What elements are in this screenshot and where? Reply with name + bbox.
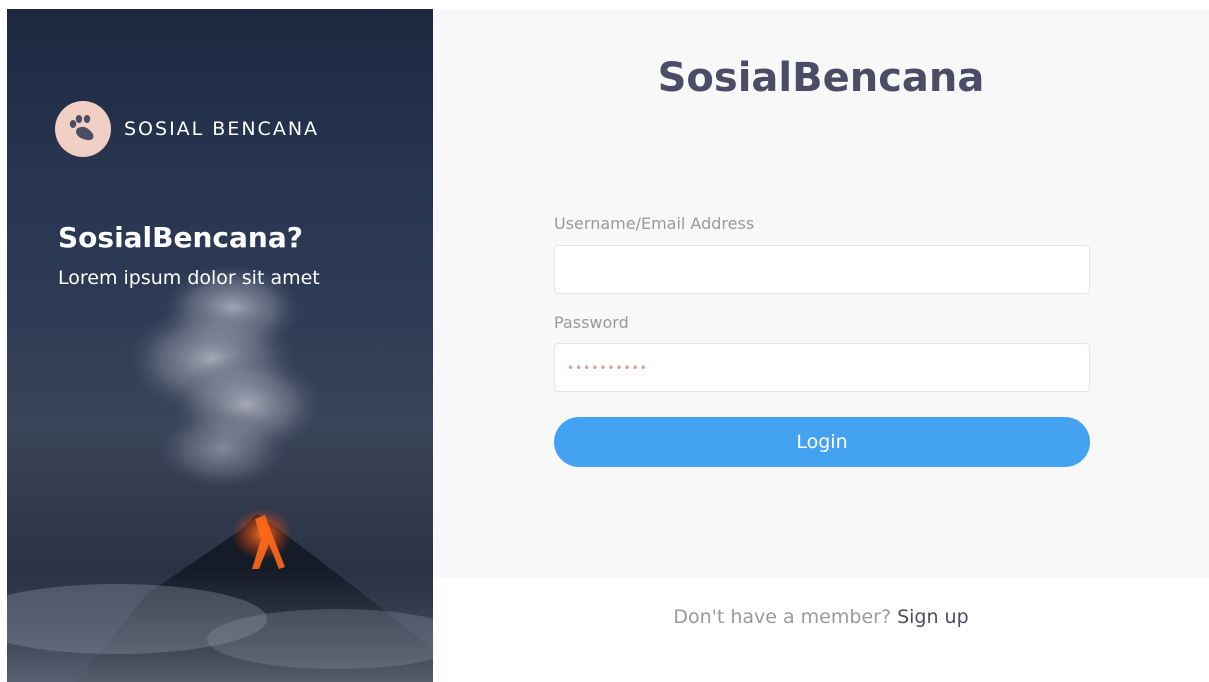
brand-name: SOSIAL BENCANA	[124, 118, 320, 140]
signup-row: Don't have a member? Sign up	[433, 606, 1209, 628]
hero-title: SosialBencana?	[58, 221, 303, 254]
username-input[interactable]	[554, 245, 1090, 294]
login-card: SosialBencana Username/Email Address Pas…	[433, 9, 1209, 577]
signup-prompt: Don't have a member?	[673, 606, 892, 628]
password-label: Password	[554, 313, 629, 332]
login-button[interactable]: Login	[554, 417, 1090, 467]
login-page: SOSIAL BENCANA SosialBencana? Lorem ipsu…	[0, 0, 1209, 682]
hero-subtitle: Lorem ipsum dolor sit amet	[58, 267, 320, 289]
paw-icon	[55, 101, 111, 157]
brand: SOSIAL BENCANA	[55, 101, 319, 157]
password-input[interactable]	[554, 343, 1090, 392]
username-label: Username/Email Address	[554, 214, 755, 233]
signup-link[interactable]: Sign up	[897, 606, 969, 628]
app-title: SosialBencana	[657, 55, 985, 101]
hero-panel: SOSIAL BENCANA SosialBencana? Lorem ipsu…	[7, 9, 433, 682]
